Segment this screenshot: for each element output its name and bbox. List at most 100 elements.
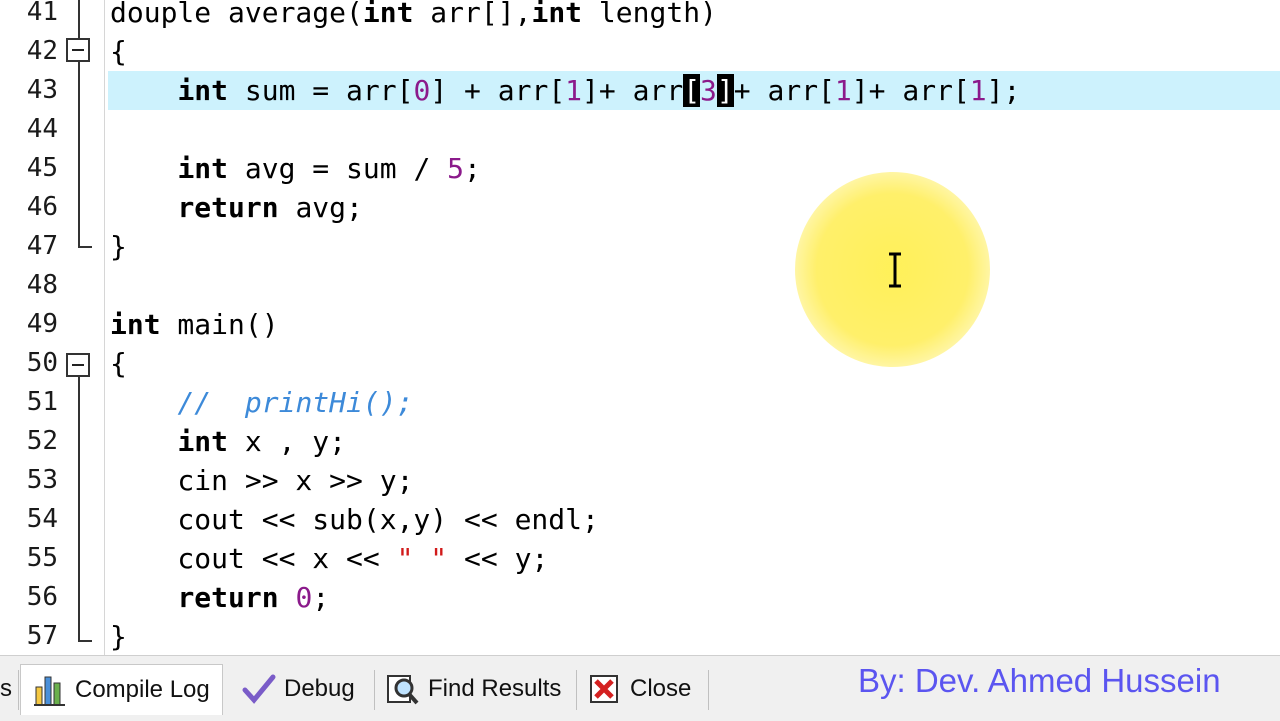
code-text: { [110,344,127,383]
tab-separator [18,670,19,710]
code-token: ; [312,581,330,614]
tab-debug-label: Debug [284,675,355,702]
number-token: 3 [700,74,717,107]
code-line[interactable]: 55 cout << x << " " << y; [0,539,1280,578]
line-number: 51 [26,387,58,417]
keyword-token: return [177,191,279,224]
code-editor[interactable]: 41 douple average(int arr[],int length) 42… [0,0,1280,655]
code-token: { [110,35,127,68]
code-token: } [110,620,127,653]
code-text: cout << x << " " << y; [110,539,548,578]
code-line[interactable]: 53 cin >> x >> y; [0,461,1280,500]
code-text: // printHi(); [110,383,413,422]
number-token: 5 [447,152,465,185]
tab-partial-label: s [0,675,12,702]
code-token: cout << x << [110,542,397,575]
code-token: main() [160,308,279,341]
code-line[interactable]: 48 [0,266,1280,305]
code-text: cin >> x >> y; [110,461,413,500]
code-token: x , y; [228,425,347,458]
tab-separator [708,670,709,710]
code-line[interactable]: 51 // printHi(); [0,383,1280,422]
code-line[interactable]: 50 { [0,344,1280,383]
tab-find-results-label: Find Results [428,675,562,702]
code-token: ]+ arr [582,74,684,107]
bar-chart-icon [34,676,65,706]
close-icon [590,675,618,703]
line-number: 57 [26,621,58,651]
code-line[interactable]: 57} [0,617,1280,655]
line-number: 46 [26,192,58,222]
tab-compile-log-label: Compile Log [75,676,210,703]
code-line[interactable]: 47} [0,227,1280,266]
number-token: 0 [413,74,431,107]
code-line[interactable]: 46 return avg; [0,188,1280,227]
tab-separator [374,670,375,710]
number-token: 1 [969,74,987,107]
tab-compile-log[interactable]: Compile Log [20,664,223,715]
code-text: cout << sub(x,y) << endl; [110,500,599,539]
code-line[interactable]: 52 int x , y; [0,422,1280,461]
code-token: + arr[ [733,74,835,107]
tab-debug[interactable]: Debug [242,664,355,714]
code-token: avg = sum / [228,152,448,185]
code-token: douple average( [110,0,363,29]
fold-end-main [78,640,92,642]
code-text: return avg; [110,188,362,227]
line-number: 44 [26,114,58,144]
line-number: 56 [26,582,58,612]
code-line[interactable]: 44 [0,110,1280,149]
fold-end-average [78,246,92,248]
code-token: ]; [986,74,1021,107]
string-token: " " [396,542,448,575]
keyword-token: int [531,0,583,29]
code-line[interactable]: 56 return 0; [0,578,1280,617]
line-number: 53 [26,465,58,495]
tab-close[interactable]: Close [588,664,691,714]
line-number: 47 [26,231,58,261]
fold-toggle-average[interactable] [66,38,90,62]
line-number: 42 [26,36,58,66]
code-token: arr[], [413,0,532,29]
code-text: int avg = sum / 5; [110,149,480,188]
keyword-token: int [362,0,414,29]
fold-toggle-main[interactable] [66,353,90,377]
code-token: cout << sub(x,y) << endl; [110,503,599,536]
matched-bracket: ] [716,74,734,107]
line-number: 45 [26,153,58,183]
code-token: sum = arr[ [228,74,414,107]
code-line[interactable]: 49 int main() [0,305,1280,344]
code-line[interactable]: 43 int sum = arr[0] + arr[1]+ arr[3]+ ar… [27,71,1280,110]
code-text: } [110,227,127,266]
code-text: douple average(int arr[],int length) [110,0,717,32]
keyword-token: int [177,425,229,458]
code-line[interactable]: 54 cout << sub(x,y) << endl; [0,500,1280,539]
tab-close-label: Close [630,675,692,702]
code-line[interactable]: 45 int avg = sum / 5; [0,149,1280,188]
number-token: 0 [295,581,313,614]
fold-guide-average [78,62,80,248]
code-line[interactable]: 42 { [0,32,1280,71]
fold-guide-top [78,0,80,38]
code-text: int x , y; [110,422,346,461]
keyword-token: int [177,152,229,185]
tab-partial[interactable]: s [0,664,12,714]
line-number: 41 [26,0,58,27]
text-cursor-icon [889,252,901,288]
code-text: return 0; [110,578,329,617]
keyword-token: int [177,74,229,107]
tab-find-results[interactable]: Find Results [386,664,561,714]
line-number: 48 [26,270,58,300]
line-number: 52 [26,426,58,456]
find-icon [387,675,419,705]
author-credit: By: Dev. Ahmed Hussein [858,662,1221,699]
line-number: 54 [26,504,58,534]
code-token: length) [582,0,717,29]
code-line[interactable]: 41 douple average(int arr[],int length) [0,0,1280,32]
comment-token: // printHi(); [177,386,414,419]
